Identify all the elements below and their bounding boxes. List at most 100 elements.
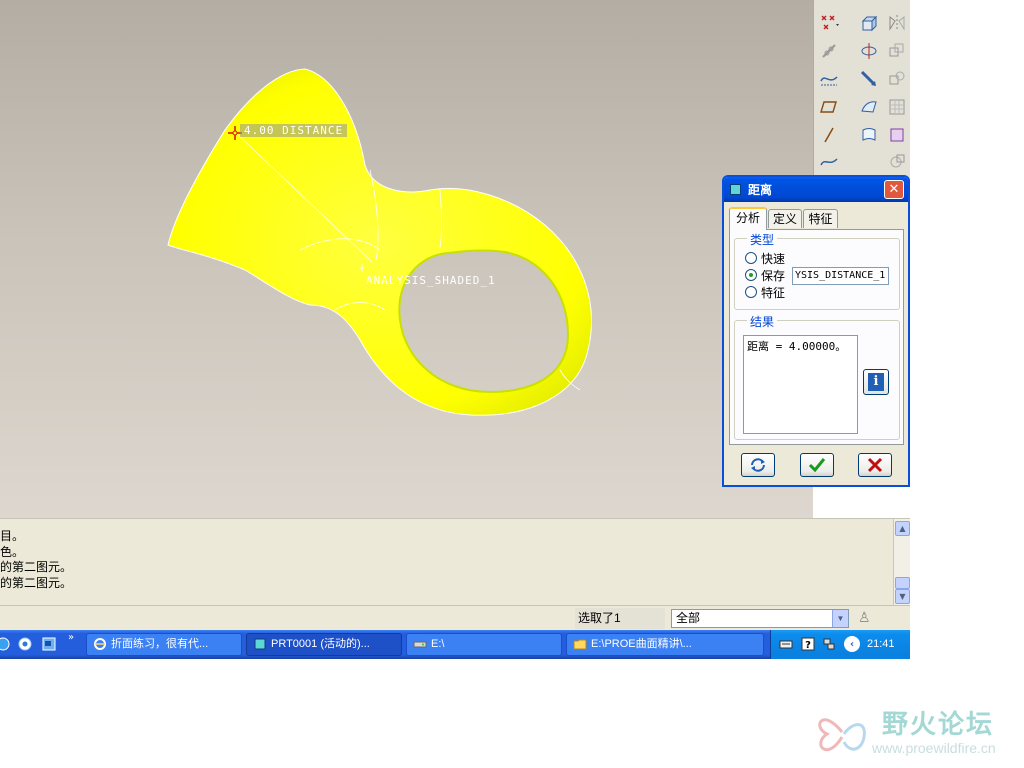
radio-feature[interactable]: 特征 bbox=[745, 284, 785, 300]
clock: 21:41 bbox=[867, 638, 895, 650]
info-button[interactable]: i bbox=[863, 369, 889, 395]
datum-plane-icon[interactable] bbox=[818, 96, 840, 118]
filter-value: 全部 bbox=[676, 611, 701, 625]
dialog-titlebar[interactable]: 距离 ✕ bbox=[724, 177, 908, 202]
windows-taskbar: » 折面练习，很有代... PRT0001 (活动的)... E:\ E:\PR… bbox=[0, 630, 910, 659]
task-label: E:\PROE曲面精讲\... bbox=[591, 638, 692, 650]
info-icon: i bbox=[868, 373, 884, 391]
ok-button[interactable] bbox=[800, 453, 834, 477]
status-bar: 选取了1 全部 ▼ ♙ bbox=[0, 605, 910, 630]
task-button-drive[interactable]: E:\ bbox=[406, 633, 562, 656]
sweep-icon[interactable] bbox=[858, 68, 880, 90]
result-group: 结果 距离 = 4.00000。 i bbox=[734, 313, 900, 440]
tab-definition[interactable]: 定义 bbox=[768, 209, 802, 228]
extrude-icon[interactable] bbox=[858, 12, 880, 34]
message-line: 目。 bbox=[0, 529, 25, 543]
sketch-curve-icon[interactable] bbox=[818, 150, 840, 172]
datum-point-icon[interactable] bbox=[818, 12, 840, 34]
help-icon[interactable]: ? bbox=[801, 637, 815, 651]
ie-quicklaunch-icon[interactable] bbox=[0, 635, 12, 653]
radio-quick[interactable]: 快速 bbox=[745, 250, 785, 266]
message-line: 色。 bbox=[0, 544, 25, 559]
selection-status: 选取了1 bbox=[575, 608, 665, 629]
keyboard-icon[interactable] bbox=[779, 637, 793, 651]
proe-screen: 4.00 DISTANCE ANALYSIS_SHADED_1 目。 色。 的第… bbox=[0, 0, 910, 659]
chevron-down-icon[interactable]: ▼ bbox=[832, 610, 848, 627]
radio-label: 保存 bbox=[761, 268, 786, 283]
radio-button[interactable] bbox=[745, 286, 757, 298]
watermark-title: 野火论坛 bbox=[882, 710, 995, 740]
message-scrollbar[interactable]: ▲ ▼ bbox=[893, 519, 910, 606]
save-name-input[interactable]: YSIS_DISTANCE_1 bbox=[792, 267, 889, 285]
distance-dialog: 距离 ✕ 分析 定义 特征 类型 快速 保存 特征 YSIS_DISTANCE_… bbox=[722, 175, 910, 487]
dialog-app-icon bbox=[730, 184, 741, 195]
radio-button-selected[interactable] bbox=[745, 269, 757, 281]
status-indicator-icon: ♙ bbox=[858, 610, 871, 626]
network-icon[interactable] bbox=[822, 637, 836, 651]
task-button-folder[interactable]: E:\PROE曲面精讲\... bbox=[566, 633, 764, 656]
shaded-model[interactable] bbox=[0, 0, 813, 518]
scroll-thumb[interactable] bbox=[895, 577, 910, 589]
system-tray: ? ‹ 21:41 bbox=[770, 630, 910, 659]
radio-button[interactable] bbox=[745, 252, 757, 264]
result-textbox[interactable]: 距离 = 4.00000。 bbox=[743, 335, 858, 434]
svg-text:?: ? bbox=[805, 640, 811, 651]
task-button-proe[interactable]: PRT0001 (活动的)... bbox=[246, 633, 402, 656]
close-icon: ✕ bbox=[888, 182, 900, 197]
result-group-label: 结果 bbox=[747, 313, 778, 330]
butterfly-logo-icon bbox=[818, 718, 866, 752]
ie-icon bbox=[94, 638, 106, 650]
selection-filter-select[interactable]: 全部 ▼ bbox=[671, 609, 849, 628]
task-label: PRT0001 (活动的)... bbox=[271, 638, 370, 650]
scroll-up-icon[interactable]: ▲ bbox=[895, 521, 910, 536]
sketch-line-icon[interactable] bbox=[818, 124, 840, 146]
folder-icon bbox=[573, 639, 587, 650]
task-label: 折面练习，很有代... bbox=[111, 638, 209, 650]
desktop-quicklaunch-icon[interactable] bbox=[40, 635, 58, 653]
model-surface bbox=[167, 68, 592, 416]
radio-save[interactable]: 保存 bbox=[745, 267, 785, 283]
message-line: 的第二图元。 bbox=[0, 560, 73, 574]
chevron-left-icon[interactable]: ‹ bbox=[844, 636, 860, 652]
proe-icon bbox=[254, 638, 266, 650]
analysis-tab-panel: 类型 快速 保存 特征 YSIS_DISTANCE_1 结果 距离 = 4.00… bbox=[729, 229, 904, 445]
watermark-url: www.proewildfire.cn bbox=[872, 740, 996, 756]
message-log: 目。 色。 的第二图元。 的第二图元。 bbox=[0, 529, 890, 591]
tab-analysis[interactable]: 分析 bbox=[729, 207, 767, 230]
dialog-title: 距离 bbox=[748, 183, 773, 197]
media-quicklaunch-icon[interactable] bbox=[16, 635, 34, 653]
datum-axis-icon[interactable] bbox=[818, 40, 840, 62]
message-area: 目。 色。 的第二图元。 的第二图元。 ▲ ▼ bbox=[0, 518, 910, 606]
analysis-shaded-annotation: ANALYSIS_SHADED_1 bbox=[366, 274, 496, 287]
grid-icon[interactable] bbox=[886, 96, 908, 118]
datum-curve-icon[interactable] bbox=[818, 68, 840, 90]
recompute-button[interactable] bbox=[741, 453, 775, 477]
radio-label: 特征 bbox=[761, 285, 786, 300]
cancel-icon bbox=[867, 457, 883, 473]
drive-icon bbox=[413, 641, 427, 648]
boundary-blend-icon[interactable] bbox=[858, 124, 880, 146]
surface-merge-icon[interactable] bbox=[886, 124, 908, 146]
scroll-down-icon[interactable]: ▼ bbox=[895, 589, 910, 604]
blend-icon[interactable] bbox=[858, 96, 880, 118]
pattern-icon[interactable] bbox=[886, 40, 908, 62]
message-line: 的第二图元。 bbox=[0, 575, 73, 590]
radio-label: 快速 bbox=[761, 251, 786, 266]
quicklaunch-more-icon[interactable]: » bbox=[68, 632, 74, 643]
task-label: E:\ bbox=[431, 638, 445, 650]
distance-annotation: 4.00 DISTANCE bbox=[240, 124, 348, 137]
type-group: 类型 快速 保存 特征 YSIS_DISTANCE_1 bbox=[734, 231, 900, 310]
cancel-button[interactable] bbox=[858, 453, 892, 477]
copy-icon[interactable] bbox=[886, 68, 908, 90]
close-button[interactable]: ✕ bbox=[884, 180, 904, 199]
trim-icon[interactable] bbox=[886, 150, 908, 172]
revolve-icon[interactable] bbox=[858, 40, 880, 62]
feature-toolbar bbox=[813, 0, 910, 180]
checkmark-icon bbox=[808, 458, 826, 473]
mirror-icon[interactable] bbox=[886, 12, 908, 34]
type-group-label: 类型 bbox=[747, 231, 778, 248]
tab-feature[interactable]: 特征 bbox=[803, 209, 838, 228]
task-button-browser[interactable]: 折面练习，很有代... bbox=[86, 633, 242, 656]
graphics-viewport[interactable]: 4.00 DISTANCE ANALYSIS_SHADED_1 bbox=[0, 0, 813, 518]
forum-watermark: 野火论坛 www.proewildfire.cn bbox=[812, 700, 1024, 768]
